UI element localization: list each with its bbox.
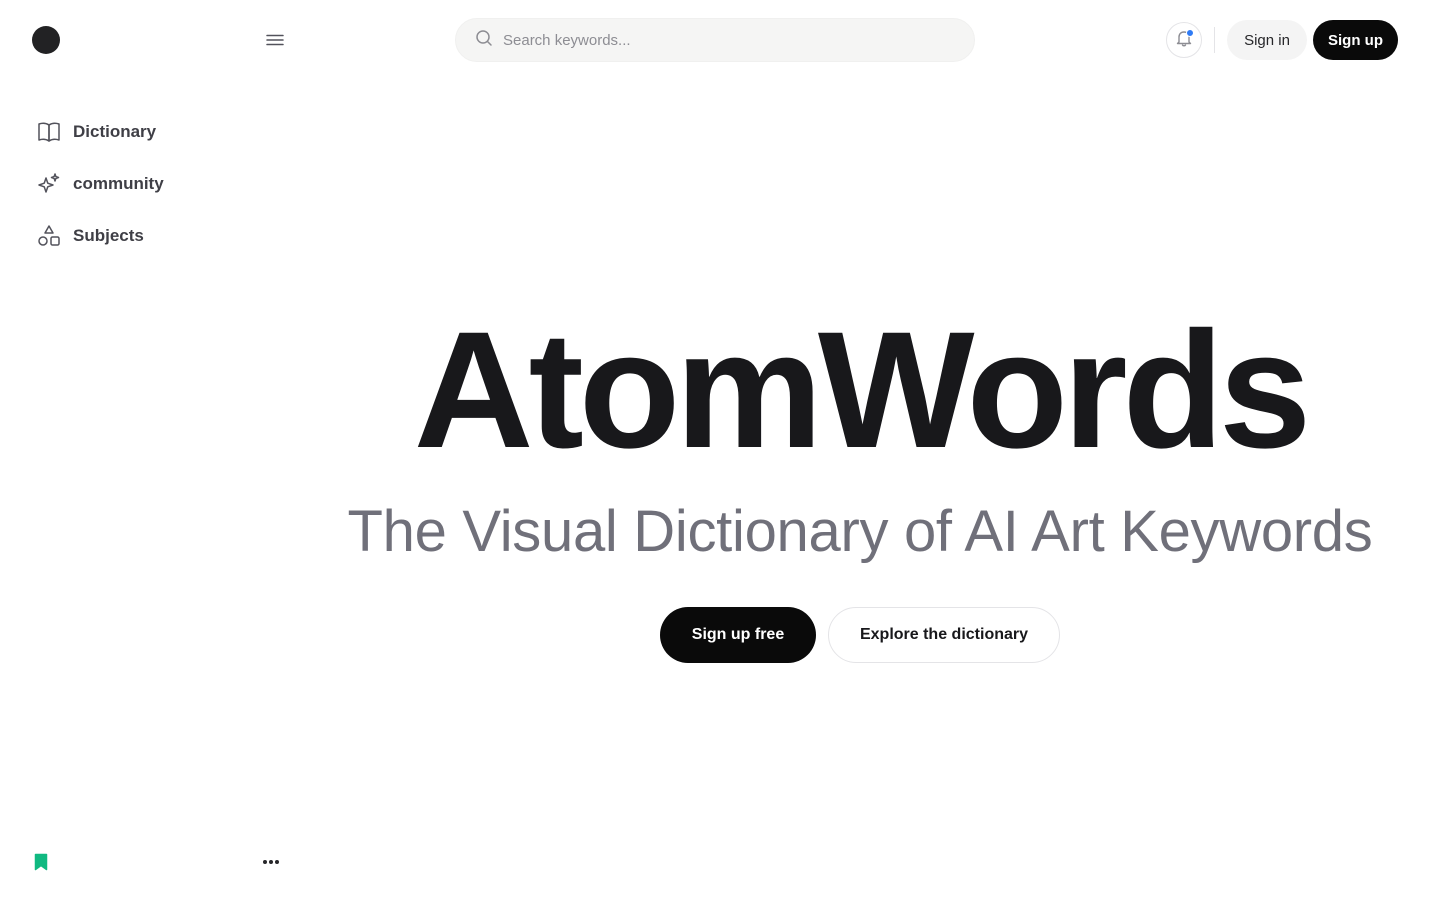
sidebar-item-community[interactable]: community (32, 158, 272, 210)
hero-title: AtomWords (413, 298, 1312, 483)
notification-dot (1186, 29, 1194, 37)
page: Dictionary community Subjects Search key… (0, 0, 1440, 900)
sparkles-icon (32, 172, 66, 196)
menu-icon[interactable] (262, 28, 288, 52)
header-divider (1214, 27, 1215, 53)
sign-in-button[interactable]: Sign in (1227, 20, 1307, 60)
sign-up-free-button[interactable]: Sign up free (660, 607, 816, 663)
search-bar[interactable] (455, 18, 975, 62)
book-open-icon (32, 120, 66, 144)
notifications-button[interactable] (1166, 22, 1202, 58)
sidebar: Dictionary community Subjects (0, 0, 300, 900)
sidebar-item-subjects[interactable]: Subjects (32, 210, 272, 262)
sidebar-item-label: Dictionary (73, 122, 157, 141)
sidebar-item-dictionary[interactable]: Dictionary (32, 106, 272, 158)
explore-dictionary-button[interactable]: Explore the dictionary (828, 607, 1060, 663)
sidebar-item-label: community (73, 174, 164, 193)
bookmark-icon[interactable] (33, 853, 49, 871)
sidebar-nav: Dictionary community Subjects (32, 106, 272, 262)
shapes-icon (32, 224, 66, 248)
logo[interactable] (32, 26, 60, 54)
sign-up-button[interactable]: Sign up (1313, 20, 1398, 60)
hero-subtitle: The Visual Dictionary of AI Art Keywords (347, 499, 1373, 564)
sidebar-item-label: Subjects (73, 226, 144, 245)
search-icon (475, 29, 493, 52)
more-horizontal-icon[interactable] (260, 852, 282, 872)
search-input[interactable] (503, 31, 943, 49)
